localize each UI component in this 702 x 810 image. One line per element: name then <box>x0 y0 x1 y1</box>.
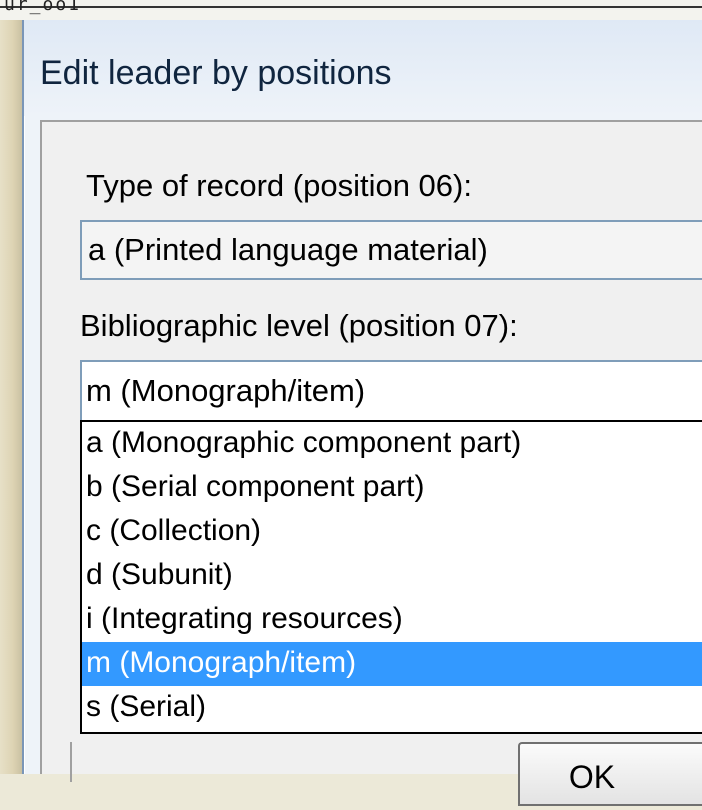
dialog-title: Edit leader by positions <box>40 54 392 92</box>
dropdown-option-m[interactable]: m (Monograph/item) <box>82 642 702 686</box>
background-window-ruler: ur_oo1 <box>0 0 702 20</box>
bibliographic-level-select[interactable]: m (Monograph/item) <box>80 360 702 422</box>
dropdown-option-i[interactable]: i (Integrating resources) <box>82 598 702 642</box>
type-of-record-select[interactable]: a (Printed language material) <box>80 220 702 280</box>
ok-button[interactable]: OK <box>518 742 702 806</box>
bibliographic-level-dropdown-list: a (Monographic component part) b (Serial… <box>80 420 702 734</box>
panel-divider <box>70 742 72 782</box>
background-text-fragment: ur_oo1 <box>4 0 82 15</box>
dropdown-option-b[interactable]: b (Serial component part) <box>82 466 702 510</box>
dialog-titlebar[interactable]: Edit leader by positions <box>24 20 702 116</box>
dropdown-option-a[interactable]: a (Monographic component part) <box>82 422 702 466</box>
dialog-client-area: Type of record (position 06): a (Printed… <box>40 120 702 806</box>
ruler-line <box>0 6 702 8</box>
type-of-record-label: Type of record (position 06): <box>86 168 472 203</box>
bibliographic-level-label: Bibliographic level (position 07): <box>80 308 518 343</box>
dropdown-option-s[interactable]: s (Serial) <box>82 686 702 730</box>
dropdown-option-c[interactable]: c (Collection) <box>82 510 702 554</box>
dropdown-option-d[interactable]: d (Subunit) <box>82 554 702 598</box>
background-window-edge <box>0 20 22 774</box>
edit-leader-dialog: Edit leader by positions Type of record … <box>22 20 702 806</box>
